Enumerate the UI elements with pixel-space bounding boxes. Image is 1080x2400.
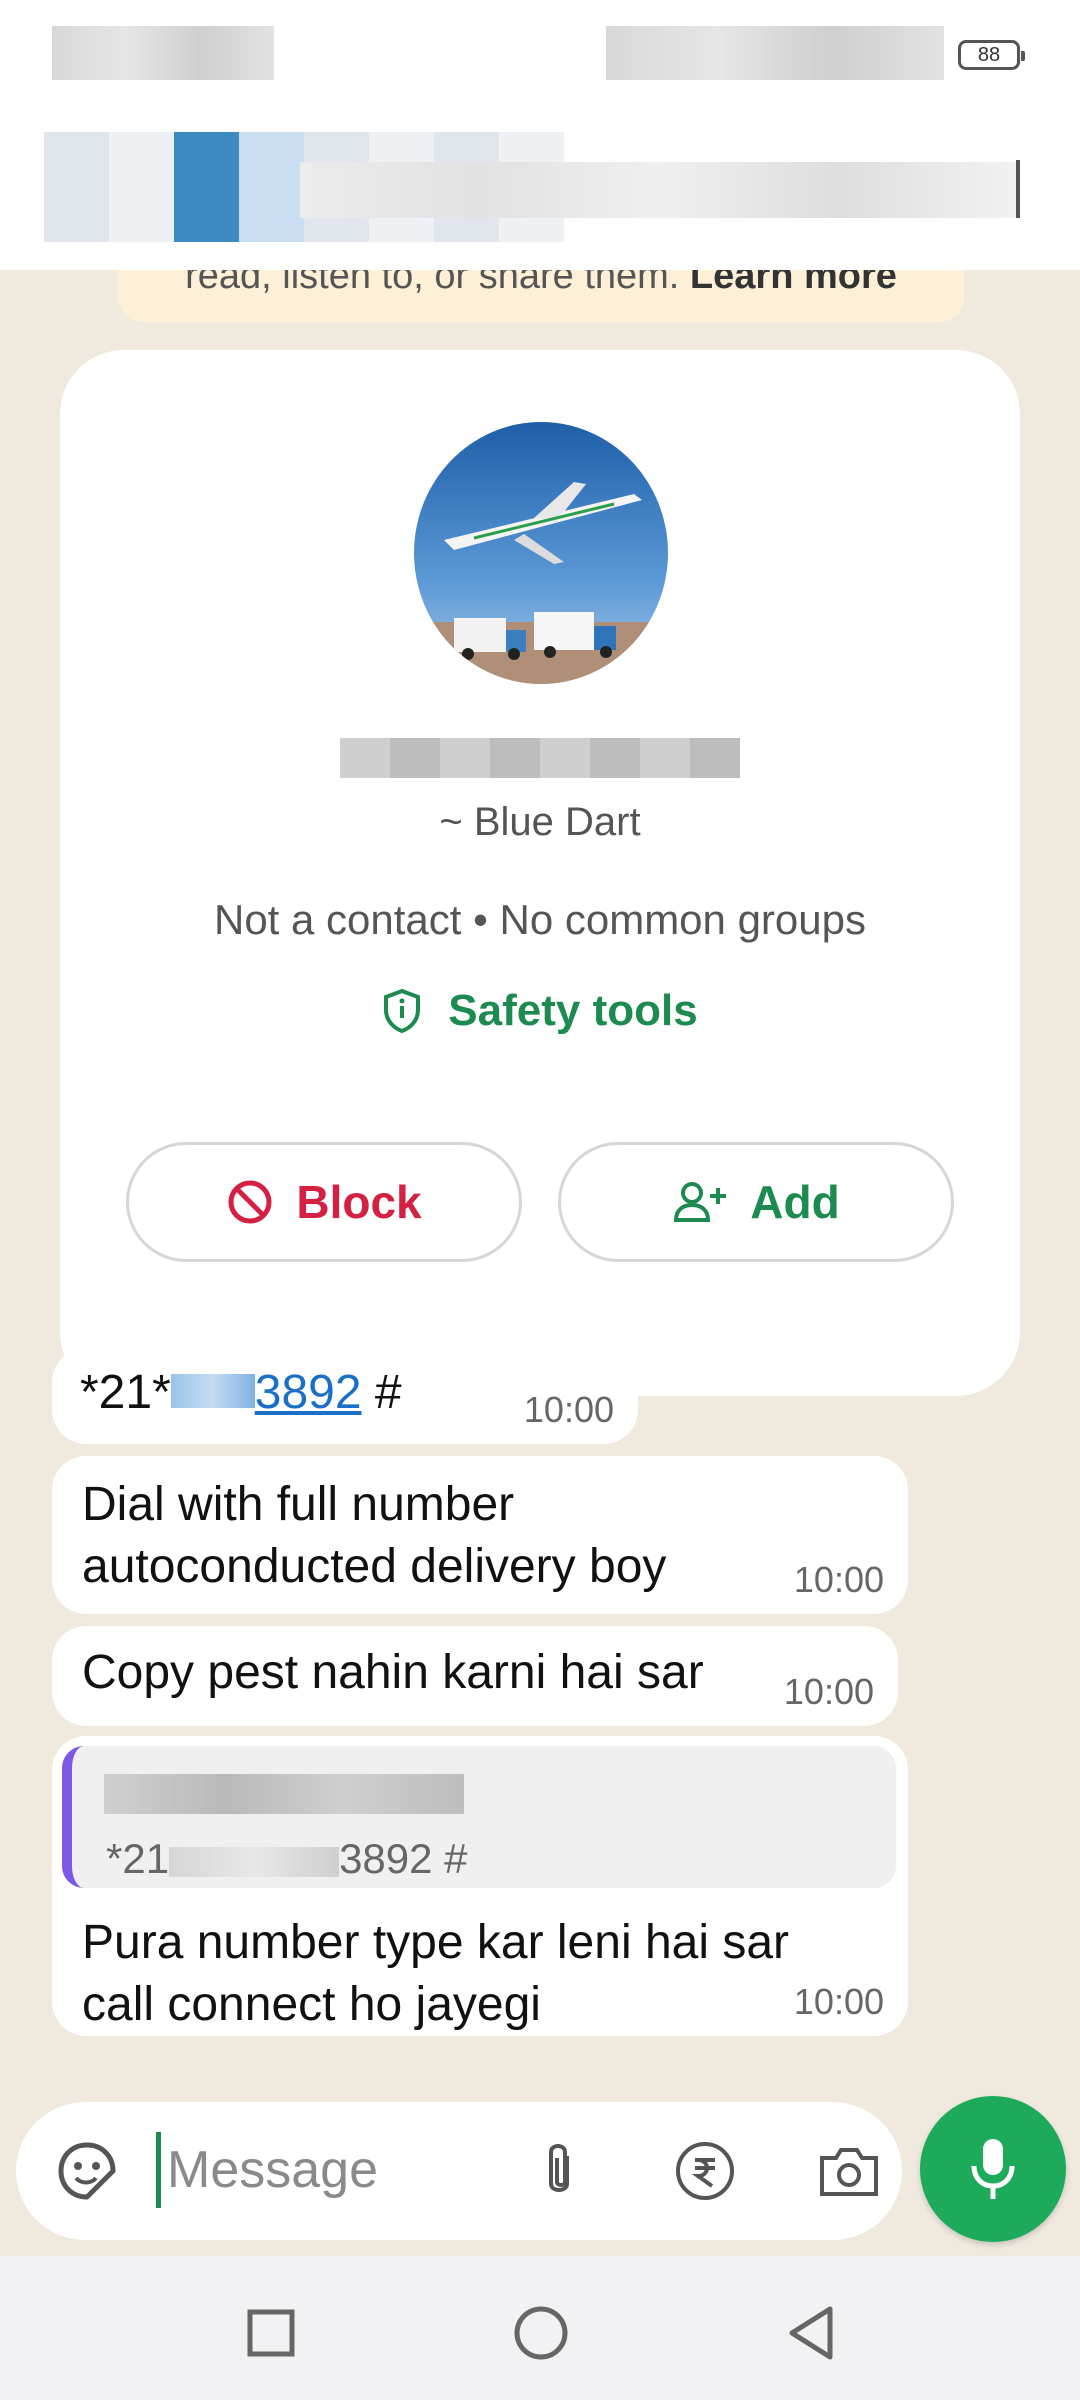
rupee-icon (676, 2142, 734, 2200)
camera-icon (820, 2148, 878, 2196)
quoted-sender-redacted (104, 1774, 464, 1814)
message-text: Copy pest nahin karni hai sar (82, 1646, 704, 1699)
quoted-message[interactable]: *21 3892 # (62, 1746, 896, 1888)
chat-area[interactable]: read, listen to, or share them. Learn mo… (0, 270, 1080, 2100)
redacted-digits (169, 1846, 340, 1877)
status-bar: 88 (0, 0, 1080, 110)
message-text: Pura number type kar leni hai sar call c… (82, 1916, 790, 2031)
message-text: Dial with full number autoconducted deli… (82, 1478, 667, 1593)
notice-text: read, listen to, or share them. (185, 270, 680, 297)
message-bubble[interactable]: Copy pest nahin karni hai sar 10:00 (52, 1626, 898, 1726)
quoted-suffix: 3892 # (339, 1835, 468, 1882)
message-time: 10:00 (793, 1981, 884, 2022)
message-composer (16, 2102, 902, 2240)
message-bubble[interactable]: *21* 3892 # 10:00 (52, 1348, 638, 1444)
status-time-redacted (52, 26, 274, 80)
attach-button[interactable] (524, 2136, 594, 2206)
square-icon (247, 2309, 295, 2357)
recents-button[interactable] (236, 2298, 306, 2368)
add-person-icon (674, 1182, 727, 1222)
block-button[interactable]: Block (126, 1142, 522, 1262)
system-navigation-bar (0, 2256, 1080, 2400)
phone-link[interactable]: 3892 (255, 1366, 362, 1419)
block-label: Block (296, 1176, 422, 1228)
safety-tools-label: Safety tools (448, 986, 698, 1035)
voice-message-button[interactable] (920, 2096, 1066, 2242)
learn-more-link[interactable]: Learn more (690, 270, 897, 297)
safety-tools-link[interactable]: Safety tools (60, 986, 1020, 1036)
contact-card: ~ Blue Dart Not a contact • No common gr… (60, 350, 1020, 1396)
quoted-text: *21 3892 # (106, 1828, 468, 1888)
redacted-digits (170, 1374, 255, 1409)
message-prefix: *21* (80, 1366, 171, 1419)
contact-number-redacted (340, 738, 740, 778)
message-time: 10:00 (523, 1389, 614, 1430)
header-actions-redacted[interactable] (300, 162, 1018, 218)
contact-info: Not a contact • No common groups (213, 896, 866, 943)
profile-avatar[interactable] (414, 422, 668, 684)
encryption-notice: read, listen to, or share them. Learn mo… (118, 270, 964, 322)
chat-header[interactable] (0, 110, 1080, 270)
shield-icon (384, 988, 421, 1034)
reply-message-bubble[interactable]: *21 3892 # Pura number type kar leni hai … (52, 1736, 908, 2036)
camera-button[interactable] (814, 2136, 884, 2206)
quoted-prefix: *21 (106, 1835, 170, 1882)
block-icon (228, 1180, 272, 1224)
battery-icon: 88 (958, 40, 1025, 70)
payment-button[interactable] (670, 2136, 740, 2206)
status-icons-redacted (606, 26, 944, 80)
push-name: ~ Blue Dart (439, 800, 641, 844)
triangle-back-icon (789, 2306, 833, 2360)
add-contact-button[interactable]: Add (558, 1142, 954, 1262)
circle-icon (514, 2306, 568, 2360)
battery-level: 88 (977, 44, 1001, 66)
microphone-icon (971, 2139, 1015, 2199)
message-bubble[interactable]: Dial with full number autoconducted deli… (52, 1456, 908, 1614)
paperclip-icon (549, 2144, 569, 2192)
home-button[interactable] (506, 2298, 576, 2368)
message-suffix: # (361, 1366, 402, 1419)
header-divider (1016, 160, 1020, 218)
back-button[interactable] (776, 2298, 846, 2368)
emoji-sticker-button[interactable] (52, 2136, 122, 2206)
add-label: Add (750, 1176, 840, 1228)
sticker-icon (58, 2142, 116, 2200)
message-time: 10:00 (783, 1671, 874, 1712)
message-input[interactable] (156, 2132, 496, 2208)
message-time: 10:00 (793, 1559, 884, 1600)
